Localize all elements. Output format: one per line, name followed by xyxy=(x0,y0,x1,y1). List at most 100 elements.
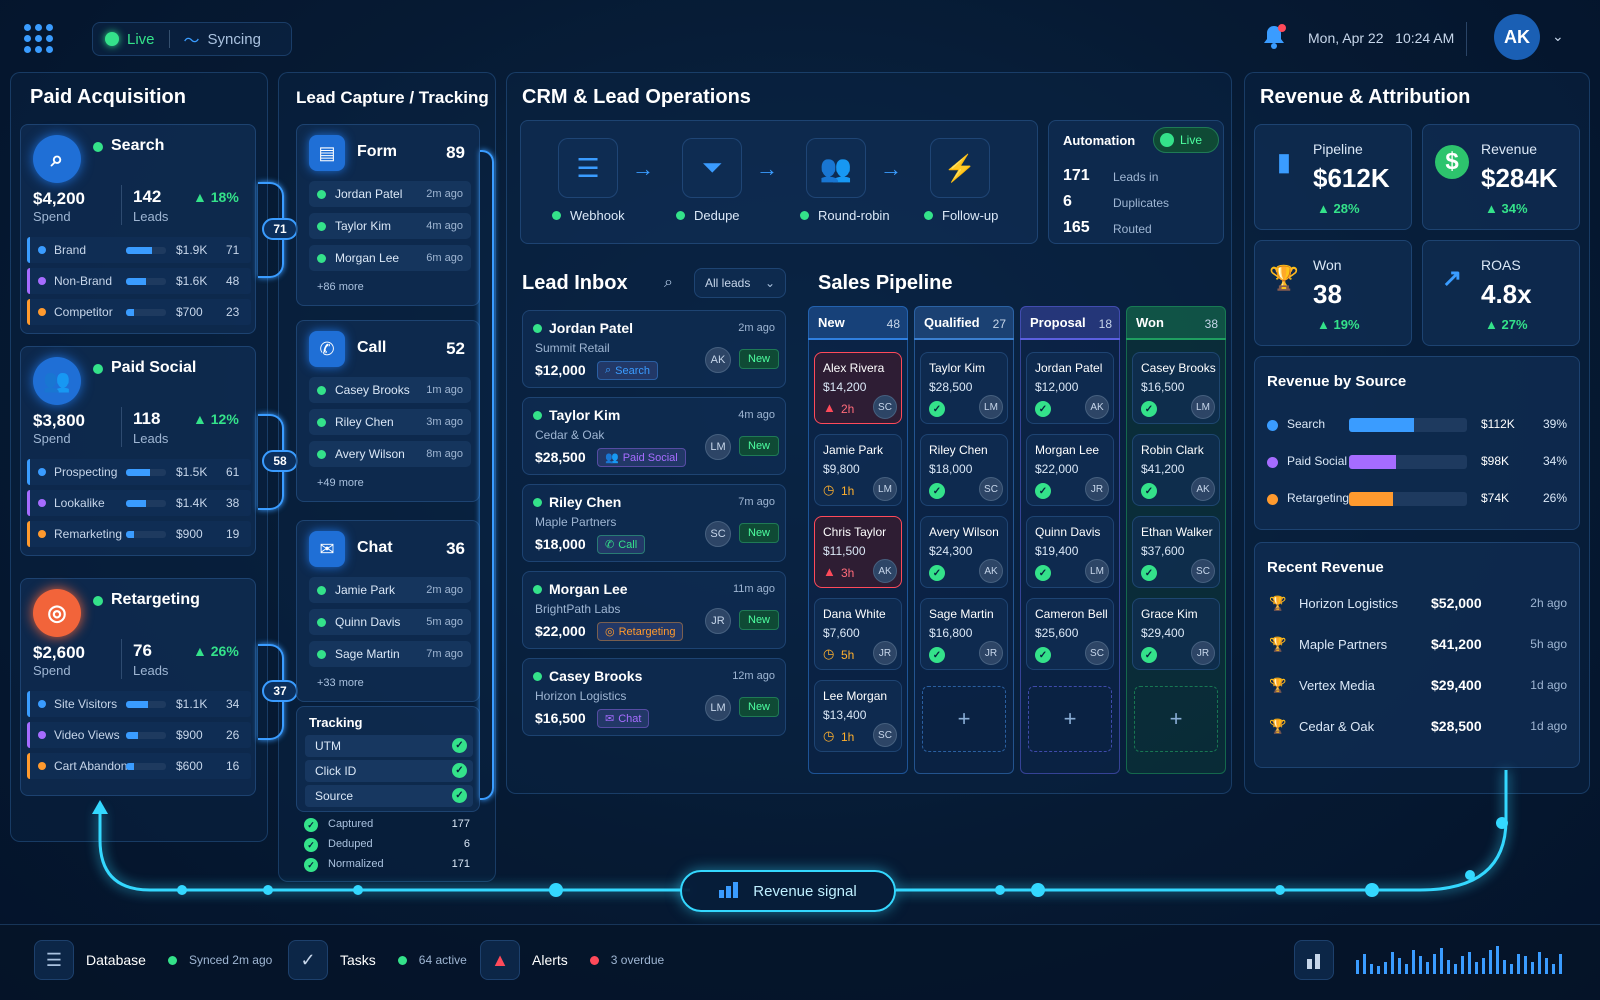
automation-live: Live xyxy=(1180,133,1203,147)
lead-amount: $16,500 xyxy=(535,710,586,726)
deal-card[interactable]: Robin Clark $41,200 ✓ AK xyxy=(1132,434,1220,506)
deal-card[interactable]: Taylor Kim $28,500 ✓ LM xyxy=(920,352,1008,424)
capture-more-link[interactable]: +49 more xyxy=(317,477,364,489)
deal-name: Lee Morgan xyxy=(823,689,888,703)
deal-card[interactable]: Casey Brooks $16,500 ✓ LM xyxy=(1132,352,1220,424)
database-icon: ☰ xyxy=(34,940,74,980)
automation-toggle[interactable]: Live xyxy=(1153,127,1219,153)
recent-company: Cedar & Oak xyxy=(1299,719,1375,734)
capture-more-link[interactable]: +33 more xyxy=(317,677,364,689)
add-deal-button[interactable]: + xyxy=(1028,686,1112,752)
by-source-title: Revenue by Source xyxy=(1267,373,1407,390)
lead-source-label: Chat xyxy=(618,712,642,725)
inbox-lead-card[interactable]: Taylor Kim 4m ago Cedar & Oak $28,500 👥 Paid … xyxy=(522,397,786,475)
apps-grid-icon[interactable] xyxy=(24,24,54,54)
sub-channel-row[interactable]: Remarketing $900 19 xyxy=(27,521,251,547)
dollar-icon: $ xyxy=(1435,145,1469,179)
trophy-icon: 🏆 xyxy=(1269,718,1287,734)
capture-connector xyxy=(480,150,494,800)
lead-amount: $12,000 xyxy=(535,362,586,378)
pipeline-column-header[interactable]: Qualified 27 xyxy=(914,306,1014,340)
source-icon: ◎ xyxy=(605,626,615,638)
sub-channel-row[interactable]: Video Views $900 26 xyxy=(27,722,251,748)
deal-owner-avatar: JR xyxy=(873,641,897,665)
lead-new-badge: New xyxy=(739,610,780,630)
captured-lead-row[interactable]: Casey Brooks 1m ago xyxy=(309,377,471,403)
capture-more-link[interactable]: +86 more xyxy=(317,281,364,293)
lead-new-badge: New xyxy=(739,436,780,456)
deal-card[interactable]: Ethan Walker $37,600 ✓ SC xyxy=(1132,516,1220,588)
pipeline-column-header[interactable]: Proposal 18 xyxy=(1020,306,1120,340)
deal-card[interactable]: Avery Wilson $24,300 ✓ AK xyxy=(920,516,1008,588)
tracking-item-label: UTM xyxy=(315,739,341,753)
inbox-lead-card[interactable]: Jordan Patel 2m ago Summit Retail $12,000 ⌕ S… xyxy=(522,310,786,388)
sub-channel-row[interactable]: Brand $1.9K 71 xyxy=(27,237,251,263)
deal-card[interactable]: Chris Taylor $11,500 ▲ 3h AK xyxy=(814,516,902,588)
deal-value: $25,600 xyxy=(1035,626,1079,640)
deal-owner-avatar: AK xyxy=(1191,477,1215,501)
deal-card[interactable]: Jordan Patel $12,000 ✓ AK xyxy=(1026,352,1114,424)
footer-tasks[interactable]: ✓ Tasks 64 active xyxy=(288,940,467,980)
deal-value: $11,500 xyxy=(823,544,866,558)
sub-channel-row[interactable]: Non-Brand $1.6K 48 xyxy=(27,268,251,294)
footer-alerts[interactable]: ▲ Alerts 3 overdue xyxy=(480,940,664,980)
bar-chart-icon xyxy=(719,880,743,903)
captured-lead-row[interactable]: Taylor Kim 4m ago xyxy=(309,213,471,239)
inbox-lead-card[interactable]: Casey Brooks 12m ago Horizon Logistics $16,… xyxy=(522,658,786,736)
deal-name: Casey Brooks xyxy=(1141,361,1216,375)
search-icon[interactable]: ⌕ xyxy=(664,274,673,292)
pipeline-column-header[interactable]: Won 38 xyxy=(1126,306,1226,340)
connector-count: 37 xyxy=(262,680,298,702)
deal-name: Alex Rivera xyxy=(823,361,885,375)
deal-card[interactable]: Cameron Bell $25,600 ✓ SC xyxy=(1026,598,1114,670)
sub-channel-row[interactable]: Lookalike $1.4K 38 xyxy=(27,490,251,516)
chevron-down-icon[interactable]: ⌄ xyxy=(1552,28,1564,45)
inbox-filter-select[interactable]: All leads ⌄ xyxy=(694,268,786,298)
bell-icon[interactable] xyxy=(1262,24,1286,50)
captured-lead-row[interactable]: Morgan Lee 6m ago xyxy=(309,245,471,271)
sub-channel-row[interactable]: Prospecting $1.5K 61 xyxy=(27,459,251,485)
deal-card[interactable]: Riley Chen $18,000 ✓ SC xyxy=(920,434,1008,506)
sub-channel-row[interactable]: Site Visitors $1.1K 34 xyxy=(27,691,251,717)
source-revenue: $112K xyxy=(1481,417,1515,431)
sub-channel-row[interactable]: Cart Abandon $600 16 xyxy=(27,753,251,779)
sub-channel-bar xyxy=(126,701,166,708)
sub-channel-name: Competitor xyxy=(54,305,113,319)
sub-channel-name: Remarketing xyxy=(54,527,123,541)
analytics-icon[interactable] xyxy=(1294,940,1334,980)
avatar[interactable]: AK xyxy=(1494,14,1540,60)
inbox-lead-card[interactable]: Morgan Lee 11m ago BrightPath Labs $22,000 ◎… xyxy=(522,571,786,649)
deal-owner-avatar: JR xyxy=(979,641,1003,665)
captured-lead-row[interactable]: Sage Martin 7m ago xyxy=(309,641,471,667)
channel-spend: $3,800 xyxy=(33,411,85,430)
deal-card[interactable]: Morgan Lee $22,000 ✓ JR xyxy=(1026,434,1114,506)
source-revenue: $74K xyxy=(1481,491,1510,505)
channel-change: ▲ 12% xyxy=(193,411,239,427)
captured-lead-row[interactable]: Jordan Patel 2m ago xyxy=(309,181,471,207)
deal-card[interactable]: Sage Martin $16,800 ✓ JR xyxy=(920,598,1008,670)
inbox-lead-card[interactable]: Riley Chen 7m ago Maple Partners $18,000 ✆ Ca… xyxy=(522,484,786,562)
kpi-value: 4.8x xyxy=(1481,279,1532,309)
pipeline-column-header[interactable]: New 48 xyxy=(808,306,908,340)
deal-card[interactable]: Quinn Davis $19,400 ✓ LM xyxy=(1026,516,1114,588)
deal-card[interactable]: Lee Morgan $13,400 ◷ 1h SC xyxy=(814,680,902,752)
source-icon: ✆ xyxy=(605,539,615,551)
sub-channel-leads: 61 xyxy=(226,465,240,479)
live-label: Live xyxy=(127,30,155,48)
team-icon: 👥 xyxy=(806,138,866,198)
deal-card[interactable]: Dana White $7,600 ◷ 5h JR xyxy=(814,598,902,670)
add-deal-button[interactable]: + xyxy=(922,686,1006,752)
captured-lead-row[interactable]: Riley Chen 3m ago xyxy=(309,409,471,435)
footer-database[interactable]: ☰ Database Synced 2m ago xyxy=(34,940,272,980)
deal-card[interactable]: Alex Rivera $14,200 ▲ 2h SC xyxy=(814,352,902,424)
revenue-signal-pill[interactable]: Revenue signal xyxy=(680,870,896,912)
sub-channel-spend: $900 xyxy=(176,527,203,541)
deal-card[interactable]: Grace Kim $29,400 ✓ JR xyxy=(1132,598,1220,670)
sub-channel-row[interactable]: Competitor $700 23 xyxy=(27,299,251,325)
add-deal-button[interactable]: + xyxy=(1134,686,1218,752)
captured-lead-row[interactable]: Jamie Park 2m ago xyxy=(309,577,471,603)
deal-card[interactable]: Jamie Park $9,800 ◷ 1h LM xyxy=(814,434,902,506)
captured-lead-row[interactable]: Avery Wilson 8m ago xyxy=(309,441,471,467)
captured-lead-row[interactable]: Quinn Davis 5m ago xyxy=(309,609,471,635)
warning-icon: ▲ xyxy=(823,400,836,415)
